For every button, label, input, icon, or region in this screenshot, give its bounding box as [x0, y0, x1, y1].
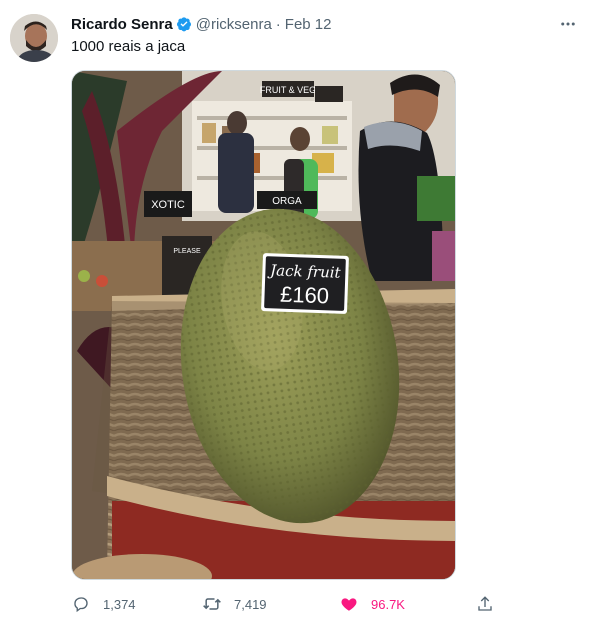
reply-count: 1,374 — [103, 596, 136, 612]
price-sign: Jack fruit £160 — [261, 253, 349, 314]
tweet-actions: 1,374 7,419 96.7K — [71, 592, 501, 616]
shop-sign-exotic: XOTIC — [151, 199, 185, 211]
share-button[interactable] — [475, 592, 495, 616]
verified-badge-icon — [176, 16, 192, 32]
author-handle[interactable]: @ricksenra — [196, 16, 272, 33]
retweet-count: 7,419 — [234, 596, 267, 612]
author-name[interactable]: Ricardo Senra — [71, 16, 173, 33]
retweet-icon — [202, 594, 222, 614]
separator-dot: · — [275, 15, 281, 33]
reply-button[interactable]: 1,374 — [71, 592, 136, 616]
like-button[interactable]: 96.7K — [339, 592, 405, 616]
avatar[interactable] — [10, 14, 58, 62]
tweet-date[interactable]: Feb 12 — [285, 16, 332, 33]
reply-icon — [71, 594, 91, 614]
jackfruit-photo: FRUIT & VEG PLEASE XOTIC ORGA Jack fruit… — [72, 71, 455, 579]
tweet-text: 1000 reais a jaca — [71, 38, 186, 55]
tweet[interactable]: Ricardo Senra @ricksenra · Feb 12 1000 r… — [0, 0, 594, 624]
shop-sign-please: PLEASE — [173, 248, 201, 255]
retweet-button[interactable]: 7,419 — [202, 592, 267, 616]
sign-price: £160 — [280, 282, 330, 309]
avatar-image — [10, 14, 58, 62]
sign-label: Jack fruit — [267, 261, 342, 282]
heart-icon — [339, 594, 359, 614]
tweet-photo[interactable]: FRUIT & VEG PLEASE XOTIC ORGA Jack fruit… — [71, 70, 456, 580]
like-count: 96.7K — [371, 596, 405, 612]
shop-sign-fruit-veg: FRUIT & VEG — [260, 85, 316, 95]
tweet-header: Ricardo Senra @ricksenra · Feb 12 — [71, 14, 332, 34]
more-icon[interactable] — [556, 14, 580, 34]
share-icon — [475, 594, 495, 614]
shop-sign-organic: ORGA — [272, 196, 302, 207]
